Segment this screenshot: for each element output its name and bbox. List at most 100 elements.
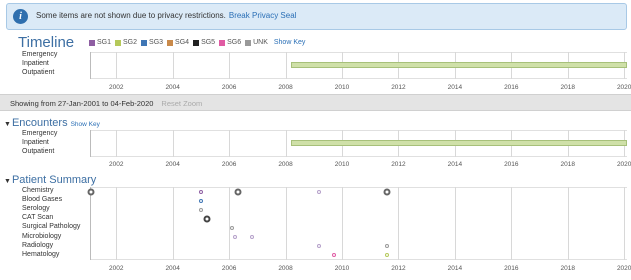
encounters-title: Encounters — [11, 117, 68, 129]
year-tick-label: 2008 — [278, 265, 293, 272]
year-tick-label: 2016 — [504, 265, 519, 272]
year-tick-label: 2018 — [560, 161, 575, 168]
year-tick-label: 2014 — [447, 84, 463, 91]
event-marker[interactable] — [383, 188, 391, 196]
row-label: Serology — [22, 205, 50, 213]
event-marker[interactable] — [198, 189, 203, 194]
legend-swatch — [219, 39, 226, 46]
privacy-banner: i Some items are not shown due to privac… — [6, 3, 627, 30]
year-tick-label: 2006 — [221, 161, 237, 168]
year-gridline — [398, 187, 400, 260]
event-marker[interactable] — [249, 235, 254, 240]
event-marker[interactable] — [385, 253, 390, 258]
date-range-text: Showing from 27-Jan-2001 to 04-Feb-2020 — [10, 99, 154, 108]
legend-swatch — [141, 39, 148, 46]
row-label: Microbiology — [22, 232, 62, 240]
year-gridline — [116, 52, 118, 79]
year-gridline — [341, 187, 343, 260]
year-tick-label: 2020 — [616, 84, 631, 91]
event-marker[interactable] — [198, 207, 203, 212]
year-tick-label: 2012 — [391, 161, 406, 168]
year-tick-label: 2006 — [221, 265, 237, 272]
year-tick-label: 2002 — [109, 161, 124, 168]
row-label: Blood Gases — [22, 196, 63, 204]
legend-swatch — [245, 39, 252, 46]
legend-label: SG3 — [149, 39, 164, 46]
event-marker[interactable] — [198, 198, 203, 203]
event-marker[interactable] — [203, 215, 211, 223]
inpatient-stay-bar[interactable] — [291, 62, 627, 68]
year-tick-label: 2010 — [334, 84, 350, 91]
year-tick-label: 2002 — [109, 84, 124, 91]
axis-start-line — [90, 187, 91, 260]
event-marker[interactable] — [331, 253, 336, 258]
row-label: CAT Scan — [22, 214, 54, 222]
year-gridline — [172, 187, 174, 260]
patient-summary-header[interactable]: ▼Patient Summary — [4, 174, 96, 186]
row-label: Inpatient — [22, 139, 49, 146]
year-gridline — [229, 130, 231, 157]
encounters-header[interactable]: ▼Encounters Show Key — [4, 117, 100, 129]
legend-label: SG2 — [123, 39, 138, 46]
year-gridline — [172, 52, 174, 79]
row-label: Surgical Pathology — [22, 223, 81, 231]
encounter-inpatient-bar[interactable] — [291, 140, 627, 146]
row-label: Emergency — [22, 51, 58, 58]
legend-swatch — [89, 39, 95, 46]
encounters-show-key-link[interactable]: Show Key — [71, 121, 100, 128]
legend-item: UNK — [245, 39, 268, 46]
event-marker[interactable] — [385, 244, 390, 249]
year-gridline — [229, 52, 231, 79]
year-gridline — [116, 187, 118, 260]
patient-summary-title: Patient Summary — [11, 174, 97, 186]
event-marker[interactable] — [234, 188, 242, 196]
legend-item: SG3 — [141, 39, 163, 46]
date-range-bar: Showing from 27-Jan-2001 to 04-Feb-2020 R… — [0, 94, 631, 111]
year-tick-label: 2010 — [334, 161, 350, 168]
year-tick-label: 2020 — [616, 161, 631, 168]
legend-swatch — [115, 39, 122, 46]
legend-swatch — [167, 39, 174, 46]
legend-item: SG1 — [89, 39, 111, 46]
row-label: Emergency — [22, 130, 58, 137]
year-tick-label: 2012 — [391, 265, 406, 272]
reset-zoom-button[interactable]: Reset Zoom — [161, 99, 202, 108]
timeline-show-key-link[interactable]: Show Key — [274, 39, 306, 46]
legend-swatch — [193, 39, 200, 46]
legend-label: UNK — [253, 39, 268, 46]
axis-start-line — [90, 52, 91, 79]
collapse-triangle-icon[interactable]: ▼ — [4, 178, 11, 185]
year-gridline — [116, 130, 118, 157]
row-label: Outpatient — [22, 148, 55, 155]
legend-item: SG6 — [219, 39, 241, 46]
year-tick-label: 2004 — [165, 161, 180, 168]
collapse-triangle-icon[interactable]: ▼ — [4, 121, 11, 128]
event-marker[interactable] — [317, 189, 322, 194]
year-gridline — [285, 187, 287, 260]
year-tick-label: 2008 — [278, 161, 293, 168]
row-label: Inpatient — [22, 60, 49, 67]
event-marker[interactable] — [232, 235, 237, 240]
legend-label: SG1 — [97, 39, 112, 46]
event-marker[interactable] — [87, 188, 95, 196]
year-gridline — [229, 187, 231, 260]
year-tick-label: 2016 — [504, 84, 519, 91]
year-tick-label: 2008 — [278, 84, 293, 91]
event-marker[interactable] — [229, 225, 234, 230]
year-gridline — [172, 130, 174, 157]
legend-label: SG5 — [201, 39, 216, 46]
year-gridline — [624, 187, 626, 260]
row-label: Hematology — [22, 250, 60, 258]
year-tick-label: 2006 — [221, 84, 237, 91]
axis-start-line — [90, 130, 91, 157]
legend-item: SG4 — [167, 39, 189, 46]
timeline-title: Timeline — [18, 34, 75, 51]
year-tick-label: 2020 — [616, 265, 631, 272]
event-marker[interactable] — [317, 244, 322, 249]
year-gridline — [285, 52, 287, 79]
row-label: Outpatient — [22, 69, 55, 76]
privacy-message: Some items are not shown due to privacy … — [36, 11, 297, 20]
break-privacy-seal-link[interactable]: Break Privacy Seal — [229, 11, 297, 20]
year-gridline — [567, 187, 569, 260]
year-tick-label: 2004 — [165, 84, 180, 91]
